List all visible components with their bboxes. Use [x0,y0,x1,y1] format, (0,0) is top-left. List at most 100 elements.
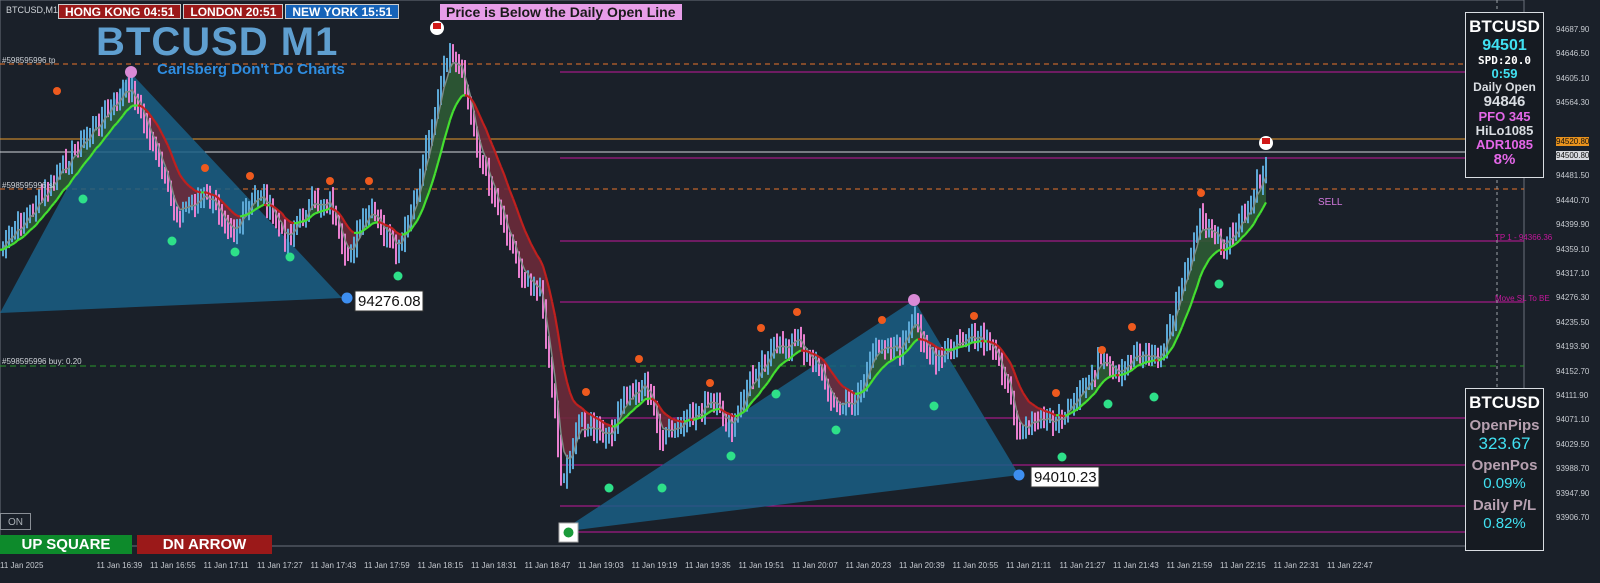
slow-ma-line [1230,246,1233,248]
slow-ma-line [213,195,216,196]
slow-ma-line [9,245,12,247]
open-pos-label: OpenPos [1466,457,1543,475]
price-axis-label: 94500.80 [1556,151,1589,160]
swing-low-marker [286,253,295,262]
price-axis-label: 93947.90 [1556,489,1589,498]
time-axis-label: 11 Jan 21:11 [1006,561,1051,570]
slow-ma-line [1161,358,1164,360]
swing-low-marker [1150,393,1159,402]
slow-ma-line [291,222,294,223]
tp1-label: TP 1 - 94366.36 [1495,233,1553,242]
slow-ma-line [1041,409,1044,411]
slow-ma-line [1149,361,1152,362]
slow-ma-line [675,420,678,421]
swing-low-marker [394,272,403,281]
slow-ma-line [402,234,405,235]
slow-ma-line [270,205,273,206]
slow-ma-line [3,248,6,250]
slow-ma-line [240,216,243,217]
price-axis-label: 94687.90 [1556,25,1589,34]
daily-open-message: Price is Below the Daily Open Line [440,4,682,20]
time-axis-label: 11 Jan 22:47 [1327,561,1373,570]
time-axis-label: 11 Jan 20:23 [846,561,892,570]
slow-ma-line [846,388,849,390]
slow-ma-line [1143,362,1146,363]
price-axis-label: 94071.10 [1556,415,1589,424]
up-square-button[interactable]: UP SQUARE [0,535,132,554]
slow-ma-line [1038,408,1041,409]
slow-ma-line [684,421,687,422]
slow-ma-line [1128,371,1131,372]
slow-ma-line [858,393,861,394]
time-axis-label: 11 Jan 16:39 [97,561,143,570]
price-axis-label: 94564.30 [1556,98,1589,107]
up-square-marker [564,528,574,538]
swing-high-marker [635,355,643,363]
pivot-high-marker [908,294,920,306]
info-hilo: HiLo1085 [1466,124,1543,138]
slow-ma-line [693,419,696,420]
slow-ma-line [198,192,201,193]
time-axis-label: 11 Jan 20:39 [899,561,945,570]
slow-ma-line [954,348,957,349]
swing-high-marker [1052,389,1060,397]
slow-ma-line [1119,375,1122,376]
sell-label: SELL [1318,197,1343,208]
slow-ma-line [387,226,390,228]
swing-high-marker [970,312,978,320]
chart-area[interactable]: 94276.0894010.23#598595996 tp#598595996 … [0,0,1600,578]
pivot-low-marker [342,293,353,304]
slow-ma-line [1122,374,1125,375]
swing-high-marker [365,177,373,185]
price-chart[interactable]: 94276.0894010.23#598595996 tp#598595996 … [0,0,1600,578]
swing-low-marker [231,248,240,257]
slow-ma-line [678,421,681,422]
price-label-low-1: 94276.08 [358,293,421,310]
swing-low-marker [658,484,667,493]
slow-ma-line [696,418,699,419]
pnl-symbol: BTCUSD [1466,393,1543,413]
slow-ma-line [810,352,813,353]
time-axis-label: 11 Jan 2025 [0,561,43,570]
slow-ma-line [12,243,15,245]
slow-ma-line [921,339,924,340]
slow-ma-line [1047,412,1050,413]
swing-high-marker [706,379,714,387]
price-axis-label: 93988.70 [1556,464,1589,473]
slow-ma-line [297,222,300,223]
time-axis-label: 11 Jan 17:59 [364,561,410,570]
slow-ma-line [1074,410,1077,412]
time-axis-label: 11 Jan 19:51 [739,561,785,570]
price-axis-label: 94235.50 [1556,318,1589,327]
swing-low-marker [832,426,841,435]
slow-ma-line [888,361,891,363]
slow-ma-line [981,341,984,342]
info-daily-open: 94846 [1466,94,1543,110]
slow-ma-line [258,206,261,208]
slow-ma-line [462,95,465,96]
slow-ma-line [927,341,930,343]
slow-ma-line [330,208,333,209]
swing-high-marker [53,87,61,95]
price-axis-label: 94193.90 [1556,342,1589,351]
price-axis-label: 94029.50 [1556,440,1589,449]
slow-ma-line [852,392,855,393]
slow-ma-line [798,350,801,352]
time-axis-label: 11 Jan 21:27 [1060,561,1106,570]
time-axis-label: 11 Jan 17:27 [257,561,303,570]
session-clocks: HONG KONG 04:51 LONDON 20:51 NEW YORK 15… [58,4,399,19]
slow-ma-line [1059,415,1062,416]
dn-arrow-button[interactable]: DN ARROW [137,535,272,554]
swing-high-marker [878,316,886,324]
daily-pl-value: 0.82% [1466,515,1543,533]
on-toggle-button[interactable]: ON [0,513,31,530]
time-axis-label: 11 Jan 22:31 [1274,561,1320,570]
chart-symbol-label: BTCUSD,M1 [6,5,58,15]
slow-ma-line [957,347,960,348]
swing-high-marker [246,172,254,180]
price-axis-label: 94152.70 [1556,367,1589,376]
swing-low-marker [1104,400,1113,409]
slow-ma-line [594,417,597,418]
price-axis-label: 94520.80 [1556,137,1589,146]
slow-ma-line [735,416,738,417]
